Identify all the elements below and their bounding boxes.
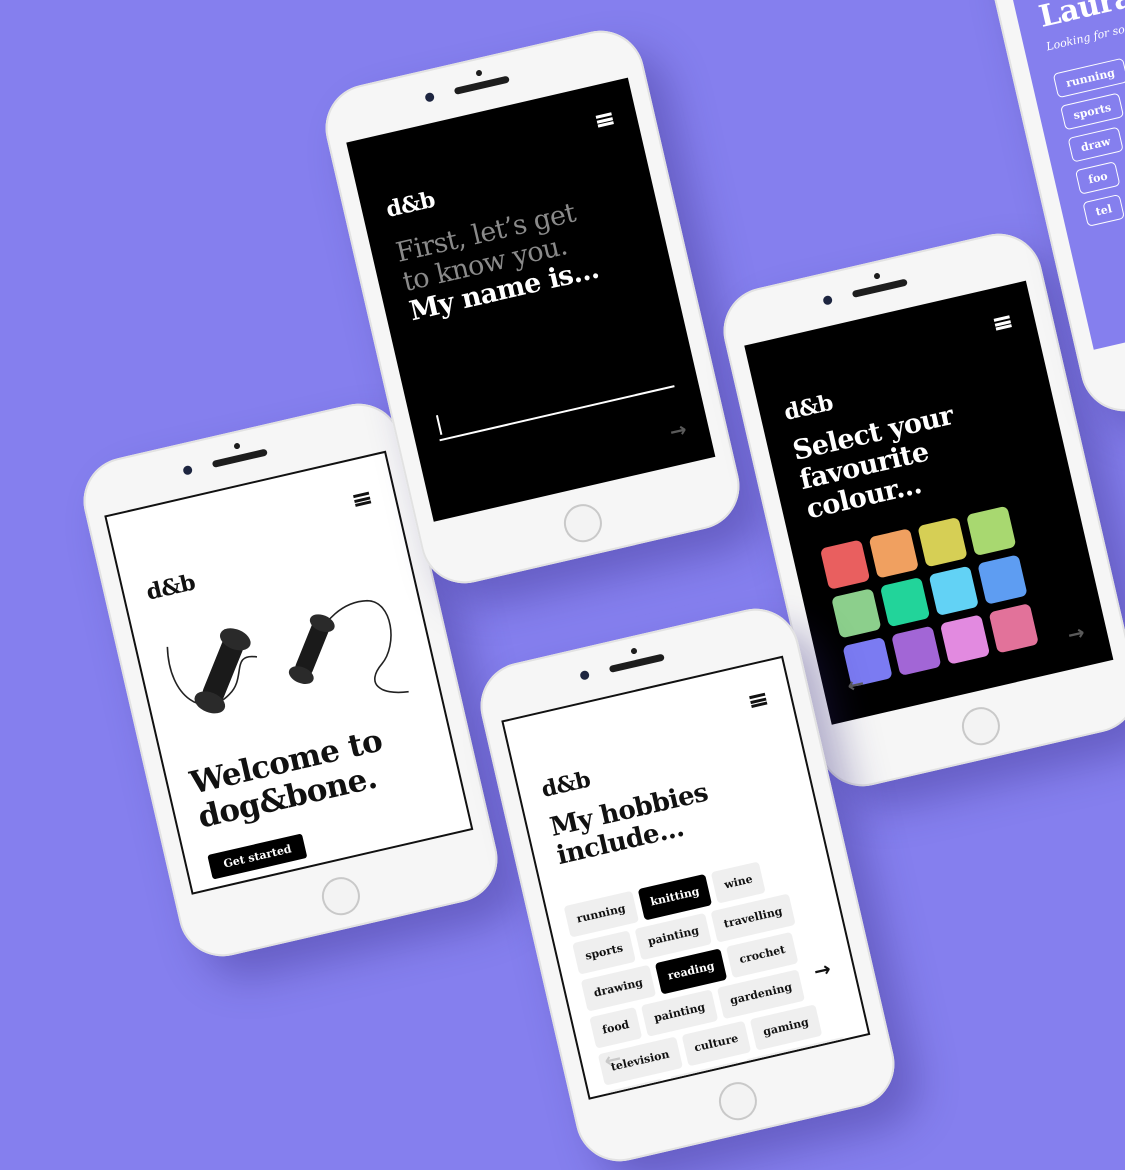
home-button[interactable] [714, 1078, 761, 1125]
colour-swatch[interactable] [879, 576, 931, 628]
hobbies-screen: d&b My hobbies include... runningknittin… [501, 655, 871, 1100]
colour-swatch[interactable] [939, 614, 991, 665]
welcome-title: Welcome to dog&bone. [187, 723, 393, 836]
colour-swatch[interactable] [917, 516, 968, 568]
profile-chip-list: running sports draw foo tel [1052, 43, 1125, 231]
canvas: { "brand": "d&b", "welcome_screen": { "t… [0, 0, 1125, 1170]
colour-swatch[interactable] [977, 554, 1028, 605]
home-button[interactable] [957, 703, 1004, 750]
menu-icon[interactable] [353, 491, 372, 507]
front-camera [578, 669, 590, 681]
colour-swatch[interactable] [928, 565, 979, 617]
earpiece [608, 653, 665, 674]
hobby-chip[interactable]: food [589, 1006, 643, 1049]
get-started-button[interactable]: Get started [207, 833, 308, 880]
hobby-chip[interactable]: culture [681, 1020, 752, 1067]
earpiece [851, 278, 908, 299]
name-screen: d&b First, let’s get to know you. My nam… [346, 77, 716, 522]
menu-icon[interactable] [595, 112, 614, 128]
next-arrow-icon[interactable]: → [667, 417, 689, 444]
colour-title: Select your favourite colour... [790, 400, 970, 526]
colour-swatch[interactable] [988, 603, 1039, 654]
brand-logo: d&b [383, 186, 438, 224]
earpiece [211, 448, 268, 469]
hobby-chip[interactable]: sports [572, 930, 637, 975]
profile-chip[interactable]: tel [1082, 193, 1125, 227]
colour-swatch[interactable] [831, 588, 882, 639]
camera-dot [232, 442, 241, 450]
brand-logo: d&b [143, 569, 198, 606]
brand-logo: d&b [781, 389, 836, 427]
camera-dot [629, 647, 638, 655]
front-camera [423, 91, 435, 103]
front-camera [181, 464, 193, 476]
profile-chip[interactable]: sports [1060, 92, 1125, 131]
menu-icon[interactable] [993, 315, 1012, 331]
camera-dot [474, 69, 483, 77]
hobby-chip[interactable]: wine [711, 861, 766, 904]
name-input[interactable] [432, 355, 675, 442]
name-prompt: First, let’s get to know you. My name is… [393, 196, 602, 328]
colour-swatch[interactable] [868, 528, 920, 579]
hobby-chip[interactable]: reading [654, 948, 728, 995]
colour-swatch-grid [819, 505, 1039, 688]
earpiece [453, 75, 510, 96]
colour-swatch[interactable] [891, 625, 942, 676]
colour-swatch[interactable] [966, 505, 1017, 557]
home-button[interactable] [317, 873, 364, 920]
text-cursor [435, 415, 443, 435]
front-camera [821, 294, 833, 306]
next-arrow-icon[interactable]: → [1065, 620, 1087, 647]
profile-chip[interactable]: foo [1074, 161, 1121, 195]
profile-chip[interactable]: running [1052, 57, 1125, 99]
home-button[interactable] [559, 500, 606, 547]
profile-chip[interactable]: draw [1067, 126, 1124, 163]
colour-swatch[interactable] [819, 539, 871, 590]
brand-logo: d&b [539, 766, 593, 803]
menu-icon[interactable] [749, 692, 768, 708]
camera-dot [872, 272, 881, 280]
